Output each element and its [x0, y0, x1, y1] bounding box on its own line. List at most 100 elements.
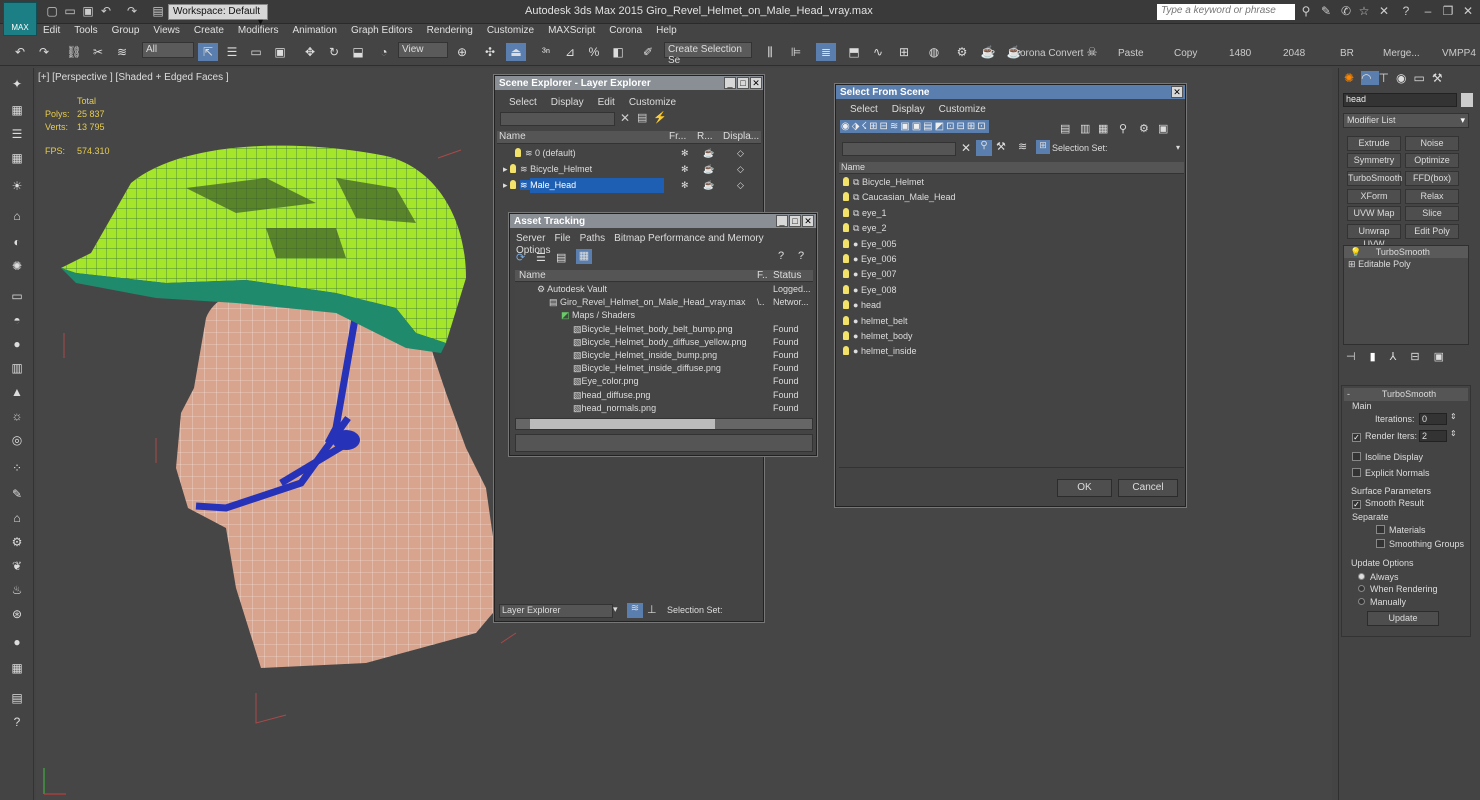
modifier-button[interactable]: UVW Map [1347, 206, 1401, 221]
hold-icon[interactable]: ▤ [150, 4, 166, 19]
freeze-icon[interactable]: ✻ [681, 162, 689, 177]
menu-modifiers[interactable]: Modifiers [238, 24, 279, 38]
modifier-button[interactable]: Extrude [1347, 136, 1401, 151]
object-type-filters[interactable]: ◉⬗☇⊞⊟≋▣▣▤◩⊡⊟⊞⊡ [840, 120, 1052, 137]
object-row[interactable]: ⧉ eye_2 [839, 221, 1184, 236]
curve-editor-icon[interactable]: ∿ [868, 43, 888, 61]
torus-icon[interactable]: ◎ [8, 432, 26, 448]
close-button[interactable]: ✕ [1171, 86, 1183, 98]
menu-select[interactable]: Select [850, 104, 878, 115]
scale-icon[interactable]: ⬓ [348, 43, 368, 61]
merge-button[interactable]: Merge... [1383, 48, 1420, 59]
bulb-icon[interactable] [843, 346, 849, 356]
minimize-icon[interactable]: ‒ [1420, 4, 1436, 19]
undo-icon[interactable]: ↶ [98, 4, 114, 19]
horizontal-scrollbar[interactable] [515, 418, 813, 430]
select-from-scene-title[interactable]: Select From Scene [836, 85, 1185, 99]
utilities-tab-icon[interactable]: ⚒ [1432, 71, 1450, 85]
hair-icon[interactable]: ♨ [8, 582, 26, 598]
name-filter-input[interactable] [842, 142, 956, 156]
explorer-type-dropdown[interactable]: Layer Explorer [499, 604, 613, 618]
explicit-normals-checkbox[interactable]: Explicit Normals [1352, 468, 1430, 478]
expand-icon[interactable]: ⊞ [1348, 259, 1356, 269]
cancel-button[interactable]: Cancel [1118, 479, 1178, 497]
bulb-icon[interactable] [510, 180, 517, 189]
rectangular-selection-icon[interactable]: ▭ [246, 43, 266, 61]
favorites-icon[interactable]: ☆ [1356, 4, 1372, 19]
clear-icon[interactable]: ✕ [620, 111, 630, 125]
materials-checkbox[interactable]: Materials [1376, 525, 1426, 535]
sun-icon[interactable]: ☼ [8, 408, 26, 424]
light-icon[interactable]: ☀ [8, 178, 26, 194]
object-row[interactable]: ⧉ eye_1 [839, 206, 1184, 221]
list-icon[interactable]: ☰ [8, 126, 26, 142]
col-name[interactable]: Name [519, 270, 546, 281]
asset-row[interactable]: ▧head_normals.png Found [515, 402, 813, 415]
asset-tracking-title[interactable]: Asset Tracking [510, 214, 816, 228]
mirror-icon[interactable]: ⫼ [760, 43, 780, 61]
create-tab-icon[interactable]: ✺ [1344, 71, 1361, 85]
list-view-icon[interactable]: ☰ [536, 251, 546, 264]
asset-row[interactable]: ⚙ Autodesk Vault Logged... [515, 283, 813, 296]
filter-icon[interactable]: ▤ [637, 111, 647, 124]
bulb-icon[interactable] [843, 238, 849, 248]
col-status[interactable]: Status [773, 270, 801, 281]
hierarchy-tab-icon[interactable]: ⊤ [1379, 71, 1396, 85]
render-iters-checkbox[interactable]: ✓ Render Iters: [1352, 431, 1417, 442]
menu-customize[interactable]: Customize [629, 97, 676, 108]
cloth-icon[interactable]: ⊛ [8, 606, 26, 622]
menu-server[interactable]: Server [516, 233, 545, 244]
display-tab-icon[interactable]: ▭ [1413, 71, 1431, 85]
asset-row[interactable]: ▤ Giro_Revel_Helmet_on_Male_Head_vray.ma… [515, 296, 813, 309]
menu-animation[interactable]: Animation [292, 24, 336, 38]
modifier-button[interactable]: Optimize [1405, 153, 1459, 168]
freeze-icon[interactable]: ✻ [681, 178, 689, 193]
menu-bitmap-performance[interactable]: Bitmap Performance and Memory [614, 233, 764, 244]
context-help-icon[interactable]: ? [798, 250, 804, 262]
modifier-button[interactable]: FFD(box) [1405, 171, 1459, 186]
bulb-icon[interactable] [510, 164, 517, 173]
asset-row[interactable]: ▧Eye_color.png Found [515, 375, 813, 388]
object-name-input[interactable]: head [1343, 93, 1457, 107]
object-row[interactable]: ⧉ Caucasian_Male_Head [839, 190, 1184, 205]
layer-manager-icon[interactable]: ≣ [816, 43, 836, 61]
object-row[interactable]: ● Eye_005 [839, 237, 1184, 252]
manually-radio[interactable]: Manually [1358, 597, 1406, 607]
subscription-icon[interactable]: ✎ [1318, 4, 1334, 19]
configure-sets-icon[interactable]: ▣ [1434, 351, 1458, 363]
preset-1480-button[interactable]: 1480 [1229, 48, 1251, 59]
display-dependents-icon[interactable]: ▥ [1080, 122, 1090, 135]
preset-2048-button[interactable]: 2048 [1283, 48, 1305, 59]
menu-rendering[interactable]: Rendering [427, 24, 473, 38]
camera-icon[interactable]: ⌂ [8, 208, 26, 224]
snaps-toggle-icon[interactable]: ³ⁿ [536, 43, 556, 61]
bulb-icon[interactable] [843, 177, 849, 186]
helper-icon[interactable]: ◐ [8, 234, 26, 250]
new-file-icon[interactable]: ▢ [44, 4, 60, 19]
asset-row[interactable]: ▧Bicycle_Helmet_inside_bump.png Found [515, 349, 813, 362]
pin-stack-icon[interactable]: ⊣ [1346, 351, 1370, 363]
asset-row[interactable]: ▧Bicycle_Helmet_body_diffuse_yellow.png F… [515, 336, 813, 349]
scene-explorer-title[interactable]: Scene Explorer - Layer Explorer [495, 76, 763, 90]
corona-convert-button[interactable]: orona Convert [1020, 48, 1083, 59]
search-input[interactable]: Type a keyword or phrase [1157, 4, 1295, 20]
expand-icon[interactable]: ▸ [503, 164, 510, 174]
bulb-icon[interactable] [843, 315, 849, 325]
modifier-button[interactable]: Symmetry [1347, 153, 1401, 168]
object-row[interactable]: ● helmet_body [839, 329, 1184, 344]
spinner-snap-icon[interactable]: ◧ [608, 43, 628, 61]
house-icon[interactable]: ⌂ [8, 510, 26, 526]
percent-snap-icon[interactable]: % [584, 43, 604, 61]
material-editor-icon[interactable]: ◍ [924, 43, 944, 61]
display-icon[interactable]: ◇ [737, 146, 744, 161]
gear-icon[interactable]: ⚙ [8, 534, 26, 550]
teapot-icon[interactable]: ☕ [703, 162, 714, 177]
display-children-icon[interactable]: ▤ [1060, 122, 1070, 135]
select-by-name-icon[interactable]: ☰ [222, 43, 242, 61]
freeze-icon[interactable]: ✻ [681, 146, 689, 161]
redo-icon[interactable]: ↷ [124, 4, 140, 19]
grid-icon[interactable]: ▦ [8, 150, 26, 166]
menu-graph-editors[interactable]: Graph Editors [351, 24, 413, 38]
close-button[interactable]: ✕ [802, 215, 814, 227]
toggle-ribbon-icon[interactable]: ⬒ [844, 43, 864, 61]
